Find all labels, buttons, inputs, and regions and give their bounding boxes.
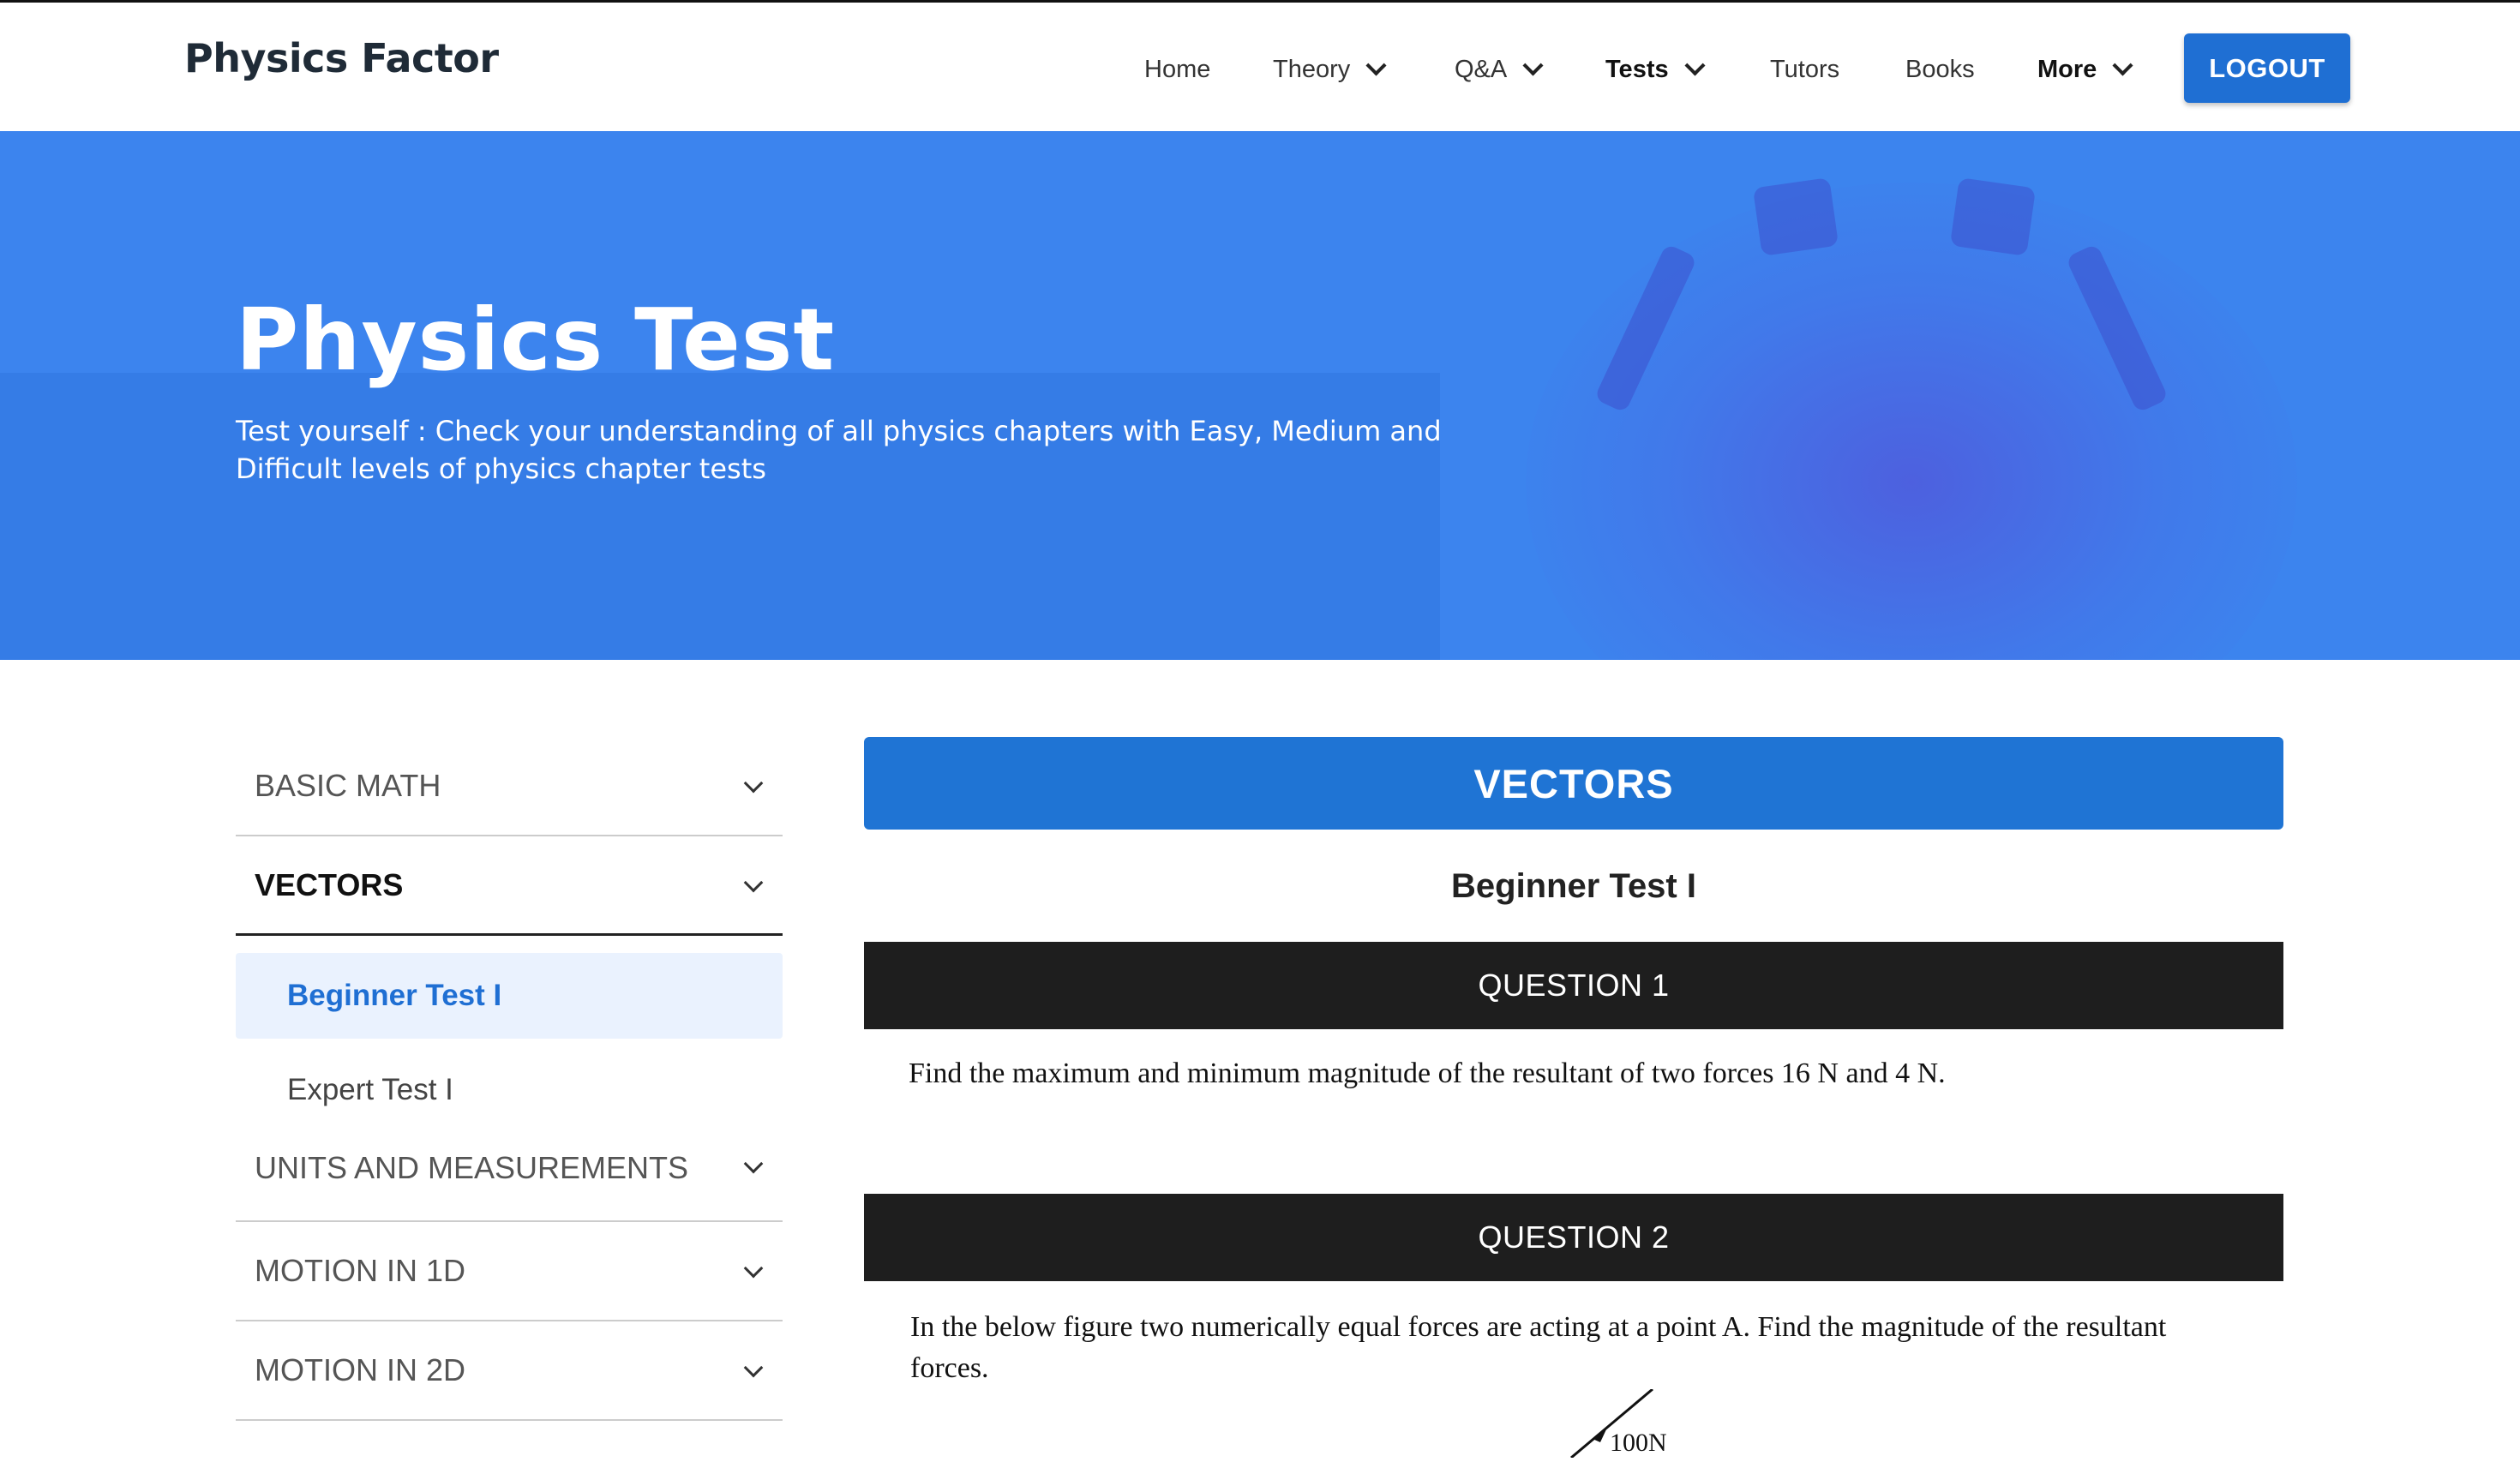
arrow-head-icon: [1593, 1429, 1606, 1442]
logout-button[interactable]: LOGOUT: [2184, 33, 2350, 103]
hero-decoration: [1526, 183, 2297, 660]
accordion-vectors[interactable]: VECTORS: [236, 836, 783, 936]
question-text: Find the maximum and minimum magnitude o…: [909, 1058, 1946, 1089]
hero-banner: Physics Test Test yourself : Check your …: [0, 131, 2520, 660]
hero-decoration: [1949, 177, 2037, 256]
nav-more[interactable]: More: [2037, 51, 2133, 88]
force-diagram: 100N: [1570, 1387, 1667, 1459]
accordion-label: MOTION IN 1D: [255, 1253, 466, 1288]
nav-books[interactable]: Books: [1905, 51, 1975, 88]
accordion-label: BASIC MATH: [255, 768, 441, 803]
site-header: Physics Factor Home Theory Q&A Tests Tut…: [0, 3, 2520, 131]
hero-decoration: [1752, 177, 1839, 256]
accordion-basic-math[interactable]: BASIC MATH: [236, 737, 783, 836]
chevron-down-icon: [743, 1153, 764, 1174]
nav-home[interactable]: Home: [1144, 51, 1210, 88]
question-figure: 100N: [864, 1387, 2283, 1459]
chevron-down-icon: [2112, 54, 2133, 76]
sidebar-item-beginner-test[interactable]: Beginner Test I: [236, 953, 783, 1039]
site-logo[interactable]: Physics Factor: [184, 35, 499, 81]
nav-more-label: More: [2037, 55, 2097, 83]
chevron-down-icon: [1365, 54, 1387, 76]
nav-tutors[interactable]: Tutors: [1770, 51, 1839, 88]
chevron-down-icon: [743, 1357, 764, 1378]
nav-tests[interactable]: Tests: [1605, 51, 1706, 88]
sidebar-item-label: Expert Test I: [287, 1073, 453, 1106]
force-label: 100N: [1610, 1429, 1667, 1457]
accordion-motion-1d[interactable]: MOTION IN 1D: [236, 1222, 783, 1321]
question-header: QUESTION 1: [864, 942, 2283, 1029]
nav-home-label: Home: [1144, 55, 1211, 83]
accordion-units-measurements[interactable]: UNITS AND MEASUREMENTS: [236, 1141, 783, 1222]
sidebar-item-label: Beginner Test I: [287, 979, 502, 1012]
question-text: In the below figure two numerically equa…: [910, 1311, 2167, 1384]
chapter-sidebar: BASIC MATH VECTORS Beginner Test I Exper…: [236, 737, 783, 1421]
accordion-label: VECTORS: [255, 866, 404, 902]
page-title: Physics Test: [236, 290, 836, 390]
nav-theory-label: Theory: [1273, 55, 1351, 83]
accordion-label: MOTION IN 2D: [255, 1352, 466, 1387]
page-subtitle: Test yourself : Check your understanding…: [236, 415, 1442, 485]
accordion-label: UNITS AND MEASUREMENTS: [255, 1150, 689, 1185]
nav-theory[interactable]: Theory: [1273, 51, 1387, 88]
topic-header: VECTORS: [864, 737, 2283, 830]
nav-books-label: Books: [1905, 55, 1975, 83]
chevron-down-icon: [743, 872, 764, 893]
test-content: VECTORS Beginner Test I QUESTION 1 Find …: [864, 737, 2283, 1459]
nav-qa[interactable]: Q&A: [1455, 51, 1544, 88]
chevron-down-icon: [1684, 54, 1706, 76]
test-title: Beginner Test I: [1451, 867, 1696, 905]
nav-qa-label: Q&A: [1455, 55, 1508, 83]
chevron-down-icon: [1522, 54, 1544, 76]
chevron-down-icon: [743, 773, 764, 794]
nav-tutors-label: Tutors: [1770, 55, 1840, 83]
question-header: QUESTION 2: [864, 1194, 2283, 1281]
chevron-down-icon: [743, 1258, 764, 1279]
accordion-motion-2d[interactable]: MOTION IN 2D: [236, 1321, 783, 1421]
nav-tests-label: Tests: [1605, 55, 1669, 83]
sidebar-item-expert-test[interactable]: Expert Test I: [236, 1039, 783, 1141]
